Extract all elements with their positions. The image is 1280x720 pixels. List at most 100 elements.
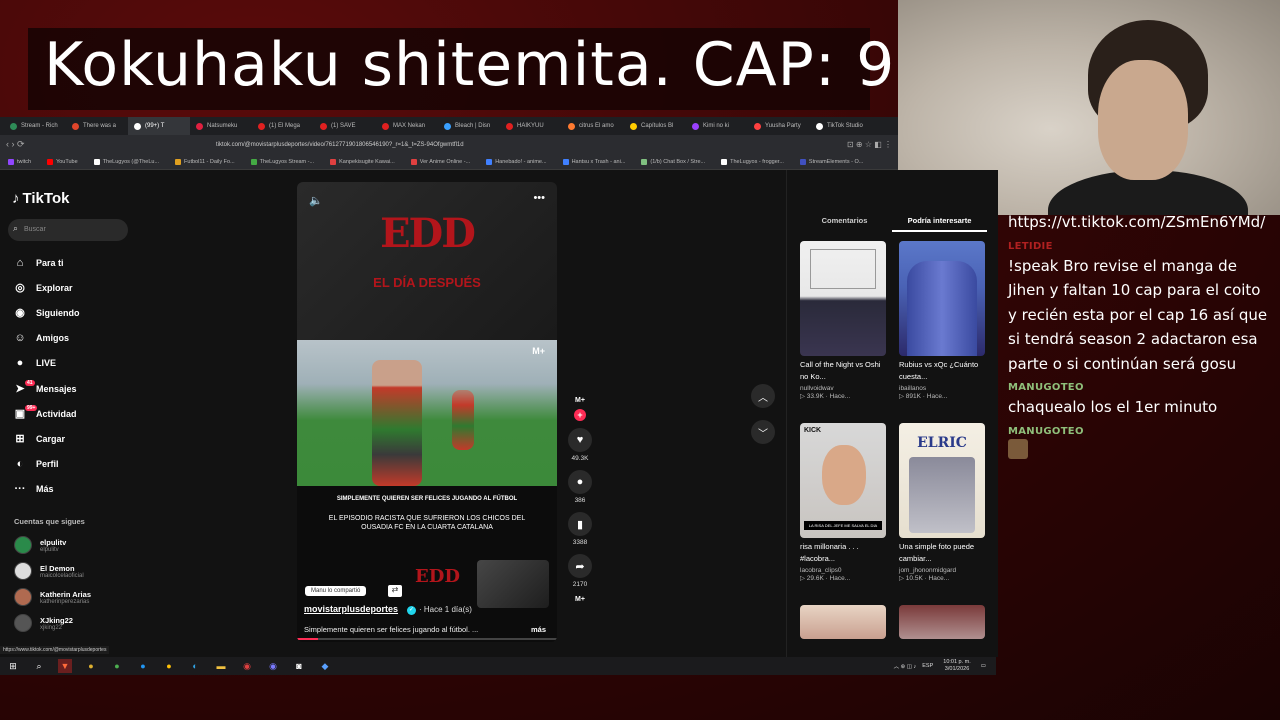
nav-buttons[interactable]: ‹ › ⟳ bbox=[6, 139, 46, 150]
like-button[interactable]: ♥ bbox=[568, 428, 592, 452]
browser-tab[interactable]: citrus El amo bbox=[562, 117, 624, 135]
live-icon: ● bbox=[16, 357, 24, 370]
nav-item-explorar[interactable]: ◎ Explorar bbox=[12, 275, 80, 300]
nav-item-amigos[interactable]: ☺ Amigos bbox=[12, 326, 80, 351]
tab-comentarios[interactable]: Comentarios bbox=[797, 216, 892, 232]
card-title: Rubius vs xQc ¿Cuánto cuesta... bbox=[899, 360, 979, 381]
video-card[interactable]: Call of the Night vs Oshi no Ko... nullv… bbox=[800, 241, 886, 400]
nav-item-m-s[interactable]: ··· Más bbox=[12, 477, 80, 502]
bookmark-item[interactable]: Kanpekisugite Kawai... bbox=[330, 158, 395, 165]
video-author[interactable]: movistarplusdeportes bbox=[304, 604, 398, 614]
more-options-icon[interactable]: ••• bbox=[533, 192, 545, 204]
browser-tab[interactable]: HAIKYUU bbox=[500, 117, 562, 135]
browser-tab[interactable]: (99+) T bbox=[128, 117, 190, 135]
scroll-up-button[interactable]: ︿ bbox=[751, 384, 775, 408]
bookmark-item[interactable]: YouTube bbox=[47, 158, 78, 165]
tab-favicon-icon bbox=[692, 122, 699, 130]
creator-avatar[interactable]: M+ + bbox=[568, 392, 592, 421]
tab-favicon-icon bbox=[72, 122, 79, 130]
video-player[interactable]: EDD EL DÍA DESPUÉS M+ SIMPLEMENTE QUIERE… bbox=[297, 182, 557, 642]
app-icon[interactable]: ◉ bbox=[240, 659, 254, 673]
browser-tab[interactable]: Capítulos Bl bbox=[624, 117, 686, 135]
obs-icon[interactable]: ◙ bbox=[292, 659, 306, 673]
chrome-icon[interactable]: ● bbox=[84, 659, 98, 673]
windows-start-icon[interactable]: ⊞ bbox=[6, 659, 20, 673]
following-account[interactable]: elpulitv elpulitv bbox=[14, 532, 91, 558]
language-indicator[interactable]: ESP bbox=[922, 663, 933, 669]
search-icon[interactable]: ⌕ bbox=[32, 659, 46, 673]
tray-icons[interactable]: ︿ ⊛ ◫ ♪ bbox=[894, 662, 917, 670]
video-card-partial[interactable] bbox=[899, 605, 985, 639]
edd-subtitle: EL DÍA DESPUÉS bbox=[373, 275, 481, 290]
nav-item-cargar[interactable]: ⊞ Cargar bbox=[12, 426, 80, 451]
file-explorer-icon[interactable]: ▬ bbox=[214, 659, 228, 673]
following-account[interactable]: XJking22 xjking22 bbox=[14, 610, 91, 636]
browser-tab[interactable]: Yuusha Party bbox=[748, 117, 810, 135]
browser-tab[interactable]: Bleach | Disn bbox=[438, 117, 500, 135]
browser-tab[interactable]: Kimi no ki bbox=[686, 117, 748, 135]
nav-item-mensajes[interactable]: ➤ Mensajes 41 bbox=[12, 376, 80, 401]
bookmark-item[interactable]: Hantsu x Trash - ani... bbox=[562, 158, 625, 165]
bookmark-item[interactable]: TheLugyos - frogger... bbox=[721, 158, 784, 165]
more-link[interactable]: más bbox=[531, 625, 546, 634]
save-button[interactable]: ▮ bbox=[568, 512, 592, 536]
avatar bbox=[14, 614, 32, 632]
following-account[interactable]: El Demon maicolcelaoficial bbox=[14, 558, 91, 584]
search-icon: ⌕ bbox=[13, 223, 19, 233]
chrome-icon-2[interactable]: ● bbox=[110, 659, 124, 673]
thumb-face bbox=[822, 445, 866, 505]
browser-tab[interactable]: Natsumeku bbox=[190, 117, 252, 135]
tiktok-logo[interactable]: ♪ TikTok bbox=[12, 190, 69, 207]
bookmark-item[interactable]: TheLugyos (@TheLu... bbox=[93, 158, 160, 165]
music-disc[interactable]: M+ bbox=[569, 596, 591, 614]
video-card[interactable]: KICK LA RISA DEL JEFE ME SALVA EL DIA ri… bbox=[800, 423, 886, 582]
bookmark-item[interactable]: StreamElements - O... bbox=[799, 158, 863, 165]
browser-tab[interactable]: TikTok Studio bbox=[810, 117, 872, 135]
volume-icon[interactable]: 🔈 bbox=[309, 194, 323, 207]
video-progress[interactable] bbox=[297, 638, 557, 640]
browser-tab[interactable]: There was a bbox=[66, 117, 128, 135]
comment-button[interactable]: ● bbox=[568, 470, 592, 494]
nav-item-actividad[interactable]: ▣ Actividad 99+ bbox=[12, 401, 80, 426]
scroll-down-button[interactable]: ﹀ bbox=[751, 420, 775, 444]
video-card-partial[interactable] bbox=[800, 605, 886, 639]
bookmark-item[interactable]: Ver Anime Online -... bbox=[410, 158, 470, 165]
url-field[interactable]: tiktok.com/@movistarplusdeportes/video/7… bbox=[216, 142, 847, 148]
chat-message: MANUGOTEO bbox=[1008, 426, 1272, 459]
follow-plus-icon[interactable]: + bbox=[574, 409, 586, 421]
chrome-icon-3[interactable]: ● bbox=[136, 659, 150, 673]
card-author: ibaillanos bbox=[899, 385, 927, 392]
bookmark-item[interactable]: twitch bbox=[8, 158, 31, 165]
notification-icon[interactable]: ▭ bbox=[981, 663, 986, 669]
bookmark-item[interactable]: Hanebado! - anime... bbox=[486, 158, 547, 165]
nav-item-siguiendo[interactable]: ◉ Siguiendo bbox=[12, 300, 79, 325]
heart-icon: ♥ bbox=[576, 434, 584, 446]
following-account[interactable]: Katherin Arias katherinperezarias bbox=[14, 584, 91, 610]
brave-icon[interactable]: ▼ bbox=[58, 659, 72, 673]
tab-podria-interesarte[interactable]: Podría interesarte bbox=[892, 216, 987, 232]
browser-tab[interactable]: (1) El Mega bbox=[252, 117, 314, 135]
video-card[interactable]: ELRIC Una simple foto puede cambiar... j… bbox=[899, 423, 985, 582]
nav-item-live[interactable]: ● LIVE bbox=[12, 351, 80, 376]
repost-icon[interactable]: ⇄ bbox=[388, 585, 402, 597]
discord-icon[interactable]: ◉ bbox=[266, 659, 280, 673]
search-input[interactable]: ⌕ Buscar bbox=[8, 219, 128, 241]
share-button[interactable]: ➦ bbox=[568, 554, 592, 578]
chrome-icon-4[interactable]: ● bbox=[162, 659, 176, 673]
player-figure bbox=[372, 360, 422, 486]
clock[interactable]: 10:01 p. m. 3/01/2026 bbox=[943, 659, 971, 673]
bookmark-item[interactable]: TheLugyos Stream -... bbox=[250, 158, 314, 165]
bookmark-label: TheLugyos (@TheLu... bbox=[102, 158, 160, 165]
video-card[interactable]: Rubius vs xQc ¿Cuánto cuesta... ibaillan… bbox=[899, 241, 985, 400]
bookmark-item[interactable]: Futbol11 - Daily Fo... bbox=[175, 158, 235, 165]
nav-item-para-ti[interactable]: ⌂ Para ti bbox=[12, 250, 80, 275]
edge-icon[interactable]: ◐ bbox=[188, 659, 202, 673]
browser-tab[interactable]: Stream - Rich bbox=[4, 117, 66, 135]
bookmark-item[interactable]: (1/b) Chat Box / Stre... bbox=[641, 158, 705, 165]
nav-item-perfil[interactable]: ◐ Perfil bbox=[12, 452, 80, 477]
account-text: XJking22 xjking22 bbox=[40, 616, 73, 631]
extension-icons[interactable]: ⊡ ⊕ ☆ ◧ ⋮ bbox=[847, 140, 892, 149]
app-icon-2[interactable]: ◆ bbox=[318, 659, 332, 673]
browser-tab[interactable]: MAX Nekan bbox=[376, 117, 438, 135]
browser-tab[interactable]: (1) SAVE bbox=[314, 117, 376, 135]
